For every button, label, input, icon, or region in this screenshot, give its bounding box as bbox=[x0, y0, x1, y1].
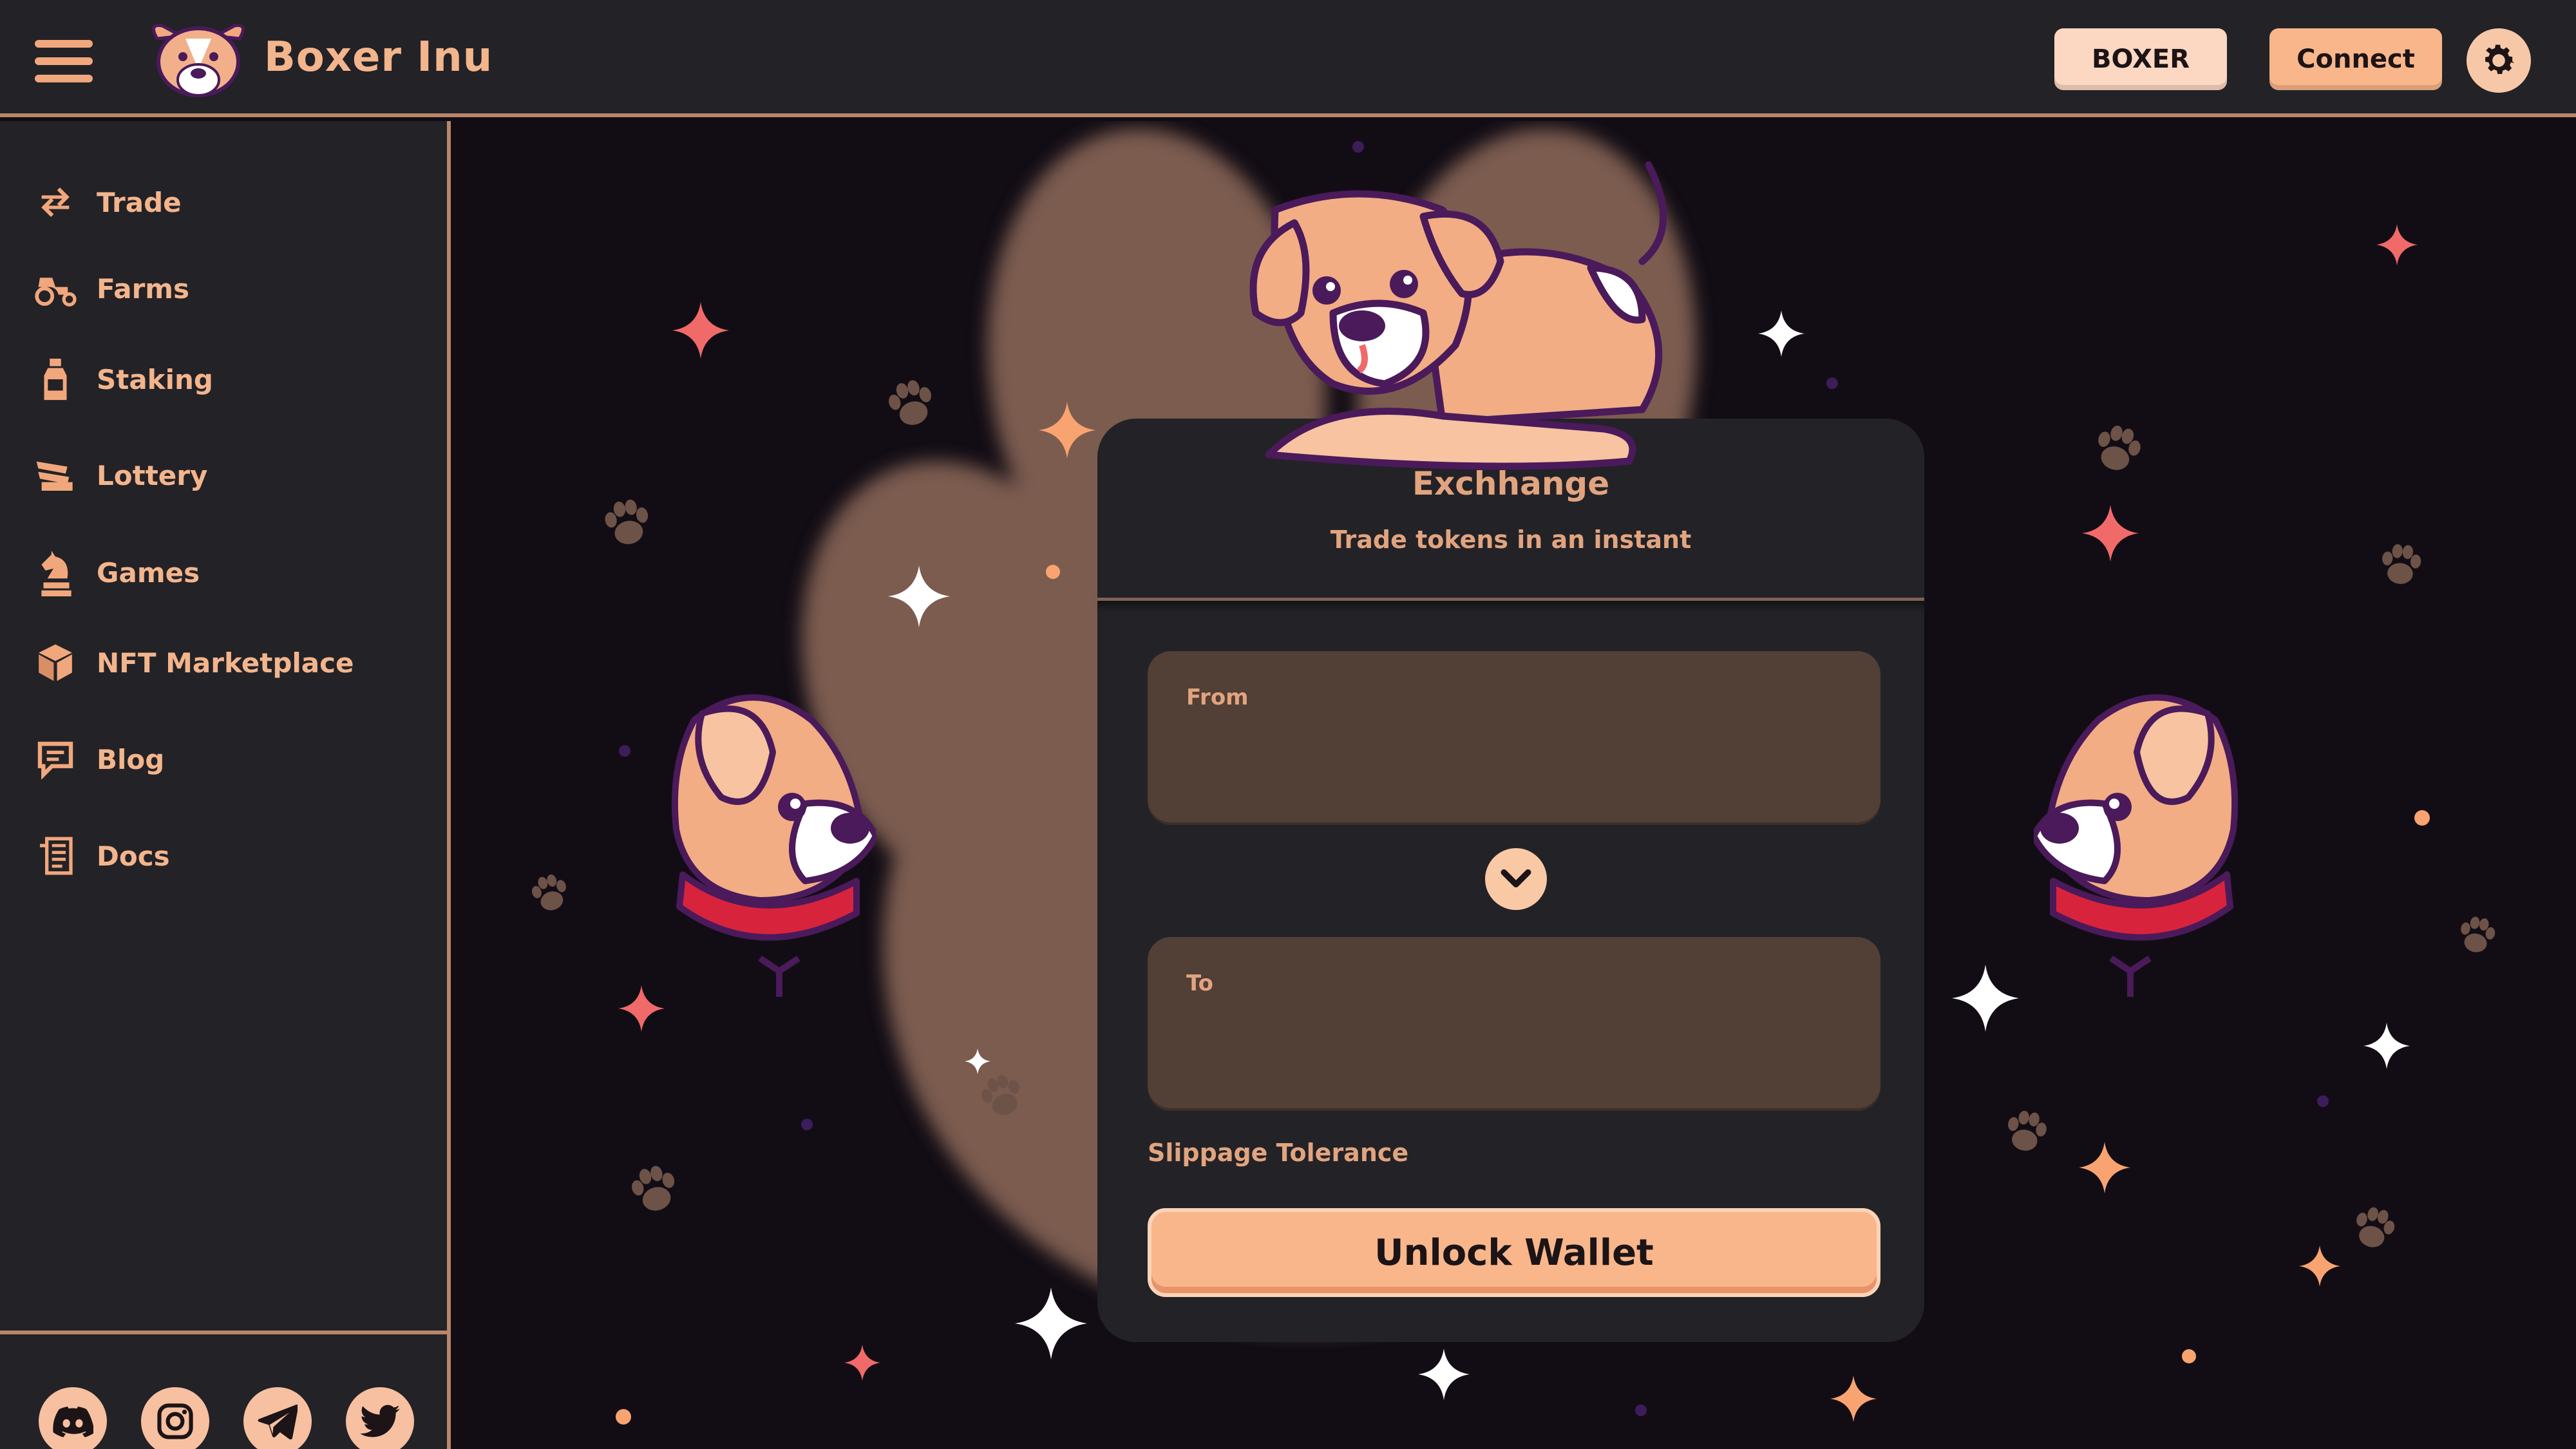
twitter-link[interactable] bbox=[346, 1387, 414, 1449]
twitter-icon bbox=[360, 1405, 400, 1437]
unlock-wallet-button[interactable]: Unlock Wallet bbox=[1148, 1208, 1880, 1297]
documents-icon bbox=[32, 833, 79, 879]
settings-button[interactable] bbox=[2467, 28, 2531, 93]
card-body: From To Slippage Tolerance Unlock Wallet bbox=[1097, 601, 1924, 1342]
sidebar-item-label: Blog bbox=[97, 743, 165, 775]
from-token-input[interactable]: From bbox=[1148, 651, 1880, 825]
slippage-tolerance-label: Slippage Tolerance bbox=[1148, 1139, 1409, 1167]
instagram-icon bbox=[157, 1403, 193, 1439]
cube-icon bbox=[32, 639, 79, 686]
top-dog-mascot bbox=[1249, 161, 1667, 470]
bottle-icon bbox=[32, 356, 79, 402]
top-bar: Boxer Inu BOXER Connect bbox=[0, 0, 2576, 117]
connect-wallet-button[interactable]: Connect bbox=[2269, 28, 2442, 90]
telegram-icon bbox=[258, 1404, 298, 1439]
sidebar-item-nft-marketplace[interactable]: NFT Marketplace bbox=[0, 627, 444, 698]
sidebar-item-staking[interactable]: Staking bbox=[0, 344, 444, 415]
swap-arrows-icon bbox=[32, 179, 79, 225]
instagram-link[interactable] bbox=[141, 1387, 209, 1449]
hamburger-menu-icon[interactable] bbox=[35, 40, 93, 82]
sidebar-item-label: Staking bbox=[97, 363, 213, 395]
exchange-card: Exchhange Trade tokens in an instant Fro… bbox=[1097, 419, 1924, 1342]
chess-knight-icon bbox=[32, 549, 79, 596]
chevron-down-icon bbox=[1501, 869, 1531, 888]
gear-icon bbox=[2485, 44, 2515, 74]
from-label: From bbox=[1186, 685, 1249, 710]
boxer-logo bbox=[152, 23, 245, 97]
swap-direction-button[interactable] bbox=[1485, 848, 1547, 910]
sidebar-item-lottery[interactable]: Lottery bbox=[0, 440, 444, 511]
discord-link[interactable] bbox=[39, 1387, 107, 1449]
right-dog-mascot bbox=[2034, 694, 2239, 997]
to-token-input[interactable]: To bbox=[1148, 937, 1880, 1111]
left-dog-mascot bbox=[671, 694, 876, 997]
sidebar-item-trade[interactable]: Trade bbox=[0, 167, 444, 238]
tractor-icon bbox=[32, 265, 79, 312]
sidebar: Trade Farms Staking Lottery Games NFT Ma… bbox=[0, 121, 451, 1449]
sidebar-item-docs[interactable]: Docs bbox=[0, 820, 444, 891]
sidebar-divider bbox=[0, 1331, 447, 1334]
sidebar-item-blog[interactable]: Blog bbox=[0, 724, 444, 795]
sidebar-item-label: Docs bbox=[97, 840, 170, 872]
chat-icon bbox=[32, 736, 79, 782]
telegram-link[interactable] bbox=[243, 1387, 312, 1449]
sidebar-item-farms[interactable]: Farms bbox=[0, 253, 444, 324]
sidebar-item-label: Trade bbox=[97, 186, 182, 218]
sidebar-item-label: Lottery bbox=[97, 459, 208, 491]
brand-name: Boxer Inu bbox=[264, 33, 493, 81]
sidebar-item-label: Games bbox=[97, 556, 200, 589]
tickets-icon bbox=[32, 452, 79, 498]
boxer-token-button[interactable]: BOXER bbox=[2054, 28, 2227, 90]
sidebar-item-games[interactable]: Games bbox=[0, 537, 444, 608]
to-label: To bbox=[1186, 971, 1214, 996]
sidebar-item-label: NFT Marketplace bbox=[97, 647, 354, 679]
sidebar-item-label: Farms bbox=[97, 272, 190, 305]
card-subtitle: Trade tokens in an instant bbox=[1330, 526, 1692, 554]
discord-icon bbox=[53, 1406, 93, 1437]
